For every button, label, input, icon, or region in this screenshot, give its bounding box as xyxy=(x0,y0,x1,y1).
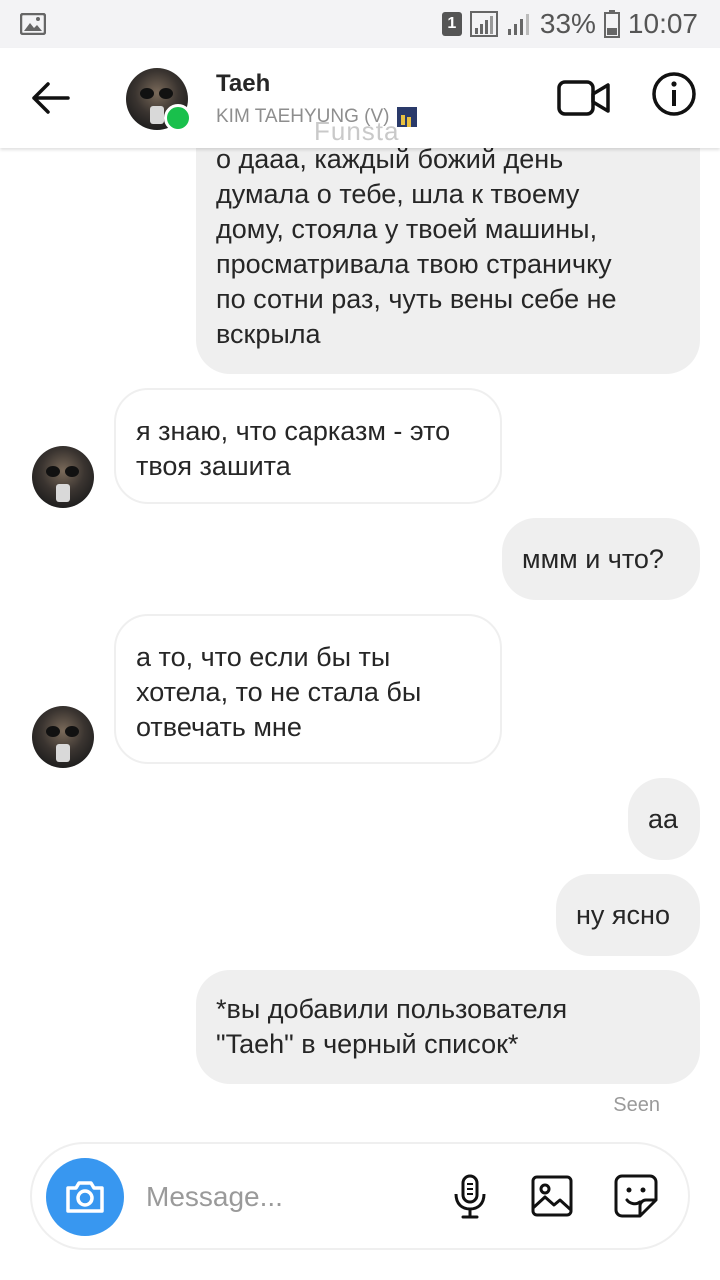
watermark: Funsta xyxy=(314,116,400,146)
sender-avatar[interactable] xyxy=(32,706,94,768)
status-left xyxy=(20,13,46,35)
message-input[interactable] xyxy=(144,1174,448,1220)
sender-avatar[interactable] xyxy=(32,446,94,508)
message-bubble-incoming[interactable]: я знаю, что сарказм - это твоя зашита xyxy=(114,388,502,504)
camera-icon xyxy=(66,1181,104,1213)
message-composer xyxy=(30,1142,690,1250)
contact-name[interactable]: Taeh xyxy=(216,70,270,98)
battery-percent: 33% xyxy=(539,8,596,39)
message-text: я знаю, что сарказм - это твоя зашита xyxy=(136,416,451,481)
flag-emoji-icon xyxy=(397,107,418,127)
status-right: 1 33% 10:07 xyxy=(441,8,698,40)
microphone-icon[interactable] xyxy=(446,1172,494,1220)
back-arrow-icon[interactable] xyxy=(28,76,72,120)
signal-icon xyxy=(469,11,498,37)
online-status-dot xyxy=(164,104,192,132)
image-notification-icon xyxy=(20,13,46,35)
video-call-icon[interactable] xyxy=(556,74,612,122)
message-bubble-outgoing[interactable]: *вы добавили пользователя "Taeh" в черны… xyxy=(196,970,700,1084)
seen-indicator: Seen xyxy=(613,1094,660,1116)
message-text: аа xyxy=(648,804,679,834)
battery-icon xyxy=(603,10,620,38)
message-bubble-outgoing[interactable]: ммм и что? xyxy=(502,518,700,600)
message-text: а то, что если бы ты хотела, то не стала… xyxy=(136,642,422,742)
info-icon[interactable] xyxy=(650,70,698,118)
gallery-icon[interactable] xyxy=(528,1172,576,1220)
message-bubble-outgoing[interactable]: аа xyxy=(628,778,700,860)
camera-button[interactable] xyxy=(46,1158,124,1236)
status-bar: 1 33% 10:07 xyxy=(0,0,720,48)
message-text: ммм и что? xyxy=(522,544,664,574)
message-text: *вы добавили пользователя "Taeh" в черны… xyxy=(216,994,568,1059)
message-bubble-outgoing[interactable]: ну ясно xyxy=(556,874,700,956)
message-text: ну ясно xyxy=(576,900,670,930)
signal-2-icon xyxy=(507,14,529,35)
message-bubble-outgoing[interactable]: о дааа, каждый божий день думала о тебе,… xyxy=(196,114,700,374)
clock: 10:07 xyxy=(627,8,698,39)
message-text: о дааа, каждый божий день думала о тебе,… xyxy=(216,144,617,349)
sim-badge: 1 xyxy=(441,12,462,36)
sticker-icon[interactable] xyxy=(612,1172,660,1220)
message-bubble-incoming[interactable]: а то, что если бы ты хотела, то не стала… xyxy=(114,614,502,764)
